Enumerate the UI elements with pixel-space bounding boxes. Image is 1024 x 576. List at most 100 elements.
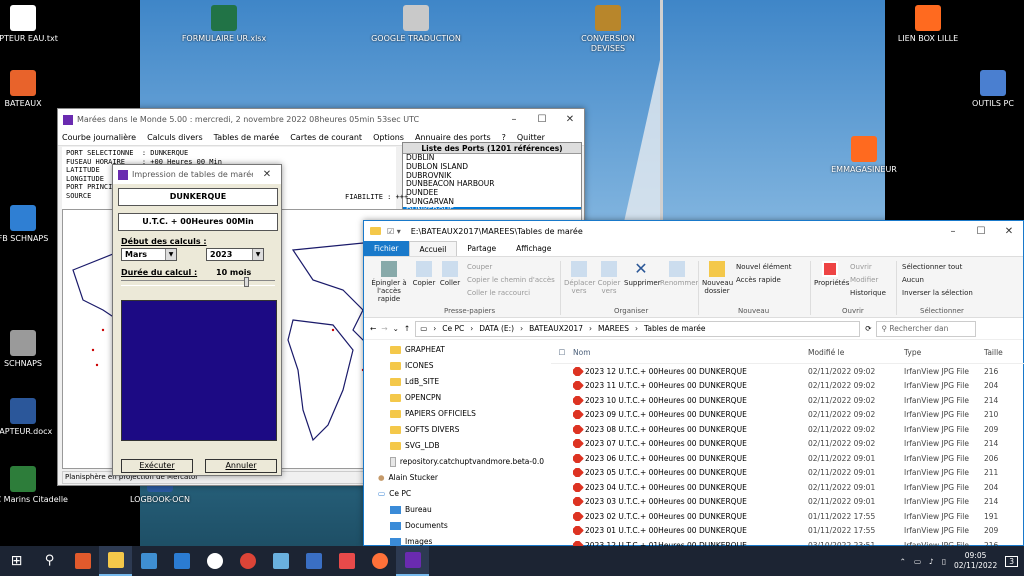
- select-none-button[interactable]: Aucun: [902, 276, 924, 284]
- file-row[interactable]: 2023 08 U.T.C.+ 00Heures 00 DUNKERQUE 02/…: [551, 422, 1024, 437]
- invert-selection-button[interactable]: Inverser la sélection: [902, 289, 973, 297]
- desktop-icon[interactable]: BATEAUX: [0, 70, 68, 109]
- explorer-taskbar-button[interactable]: [99, 546, 132, 576]
- ribbon-tab[interactable]: Accueil: [408, 241, 458, 256]
- column-type[interactable]: Type: [904, 348, 984, 357]
- ribbon-tab[interactable]: Affichage: [506, 241, 561, 256]
- chrome-taskbar-button[interactable]: [231, 546, 264, 576]
- column-name[interactable]: Nom: [573, 348, 808, 357]
- desktop-icon[interactable]: LIEN BOX LILLE: [883, 5, 973, 44]
- cut-button[interactable]: Couper: [467, 263, 492, 271]
- file-row[interactable]: 2023 04 U.T.C.+ 00Heures 00 DUNKERQUE 02/…: [551, 480, 1024, 495]
- tide-app-taskbar-button[interactable]: [396, 546, 429, 576]
- minimize-icon[interactable]: –: [939, 226, 967, 237]
- app-taskbar-button-1[interactable]: [66, 546, 99, 576]
- start-taskbar-button[interactable]: ⊞: [0, 546, 33, 576]
- speaker-icon[interactable]: ♪: [929, 557, 934, 566]
- move-to-button[interactable]: Déplacer vers: [564, 261, 595, 295]
- desktop-icon[interactable]: CAPTEUR EAU.txt: [0, 5, 68, 44]
- select-all-button[interactable]: Sélectionner tout: [902, 263, 962, 271]
- file-row[interactable]: 2023 01 U.T.C.+ 00Heures 00 DUNKERQUE 01/…: [551, 524, 1024, 539]
- mail-taskbar-button[interactable]: [165, 546, 198, 576]
- app-taskbar-button-4[interactable]: [264, 546, 297, 576]
- cancel-button[interactable]: Annuler: [205, 459, 277, 473]
- clock[interactable]: 09:05 02/11/2022: [954, 551, 997, 571]
- year-select[interactable]: 2023 ▼: [206, 248, 264, 261]
- nav-item[interactable]: SVG_LDB: [364, 438, 544, 454]
- breadcrumb-item[interactable]: Ce PC: [442, 322, 464, 336]
- close-icon[interactable]: ✕: [556, 114, 584, 125]
- modify-button[interactable]: Modifier: [850, 276, 878, 284]
- column-size[interactable]: Taille: [984, 348, 1024, 357]
- pin-quick-access-button[interactable]: Épingler à l'accès rapide: [368, 261, 410, 303]
- desktop-icon[interactable]: CONVERSION DEVISES: [563, 5, 653, 54]
- file-row[interactable]: 2023 07 U.T.C.+ 00Heures 00 DUNKERQUE 02/…: [551, 437, 1024, 452]
- ribbon-tab[interactable]: Fichier: [364, 241, 409, 256]
- copy-to-button[interactable]: Copier vers: [594, 261, 624, 295]
- tray-chevron-icon[interactable]: ⌃: [900, 557, 906, 566]
- history-button[interactable]: Historique: [850, 289, 886, 297]
- paste-shortcut-button[interactable]: Coller le raccourci: [467, 289, 530, 297]
- new-item-button[interactable]: Nouvel élément: [736, 263, 791, 271]
- properties-button[interactable]: Propriétés: [814, 261, 849, 287]
- menu-item[interactable]: Cartes de courant: [290, 133, 362, 142]
- close-icon[interactable]: ✕: [995, 226, 1023, 237]
- breadcrumb-item[interactable]: MAREES: [598, 322, 629, 336]
- nav-item[interactable]: PAPIERS OFFICIELS: [364, 406, 544, 422]
- network-icon[interactable]: ▭: [914, 557, 921, 566]
- month-select[interactable]: Mars ▼: [121, 248, 177, 261]
- new-folder-button[interactable]: Nouveau dossier: [702, 261, 733, 295]
- nav-item[interactable]: Bureau: [364, 502, 544, 518]
- app-taskbar-button-2[interactable]: [132, 546, 165, 576]
- column-modified[interactable]: Modifié le: [808, 348, 904, 357]
- search-taskbar-button[interactable]: ⚲: [33, 546, 66, 576]
- execute-button[interactable]: Exécuter: [121, 459, 193, 473]
- nav-item[interactable]: ICONES: [364, 358, 544, 374]
- ribbon-tab[interactable]: Partage: [457, 241, 506, 256]
- desktop-icon[interactable]: FORMULAIRE UR.xlsx: [179, 5, 269, 44]
- battery-icon[interactable]: ▯: [942, 557, 946, 566]
- app-taskbar-button-3[interactable]: [198, 546, 231, 576]
- duration-slider[interactable]: [121, 277, 275, 287]
- file-row[interactable]: 2023 10 U.T.C.+ 00Heures 00 DUNKERQUE 02/…: [551, 393, 1024, 408]
- app-taskbar-button-6[interactable]: [330, 546, 363, 576]
- file-row[interactable]: 2023 03 U.T.C.+ 00Heures 00 DUNKERQUE 02/…: [551, 495, 1024, 510]
- menu-item[interactable]: ?: [502, 133, 506, 142]
- menu-item[interactable]: Quitter: [517, 133, 545, 142]
- file-row[interactable]: 2023 06 U.T.C.+ 00Heures 00 DUNKERQUE 02/…: [551, 451, 1024, 466]
- recent-chevron-icon[interactable]: ⌄: [393, 324, 399, 333]
- minimize-icon[interactable]: –: [500, 114, 528, 125]
- search-input[interactable]: ⚲ Rechercher dan: [876, 320, 977, 337]
- copy-path-button[interactable]: Copier le chemin d'accès: [467, 276, 555, 284]
- back-arrow-icon[interactable]: ←: [370, 324, 376, 333]
- paste-button[interactable]: Coller: [438, 261, 462, 287]
- quick-access-toolbar[interactable]: ☑ ▾: [387, 227, 401, 236]
- nav-item[interactable]: GRAPHEAT: [364, 342, 544, 358]
- nav-item[interactable]: ● Alain Stucker: [364, 470, 544, 486]
- easy-access-button[interactable]: Accès rapide: [736, 276, 781, 284]
- breadcrumb-item[interactable]: Tables de marée: [644, 322, 706, 336]
- menu-item[interactable]: Calculs divers: [147, 133, 203, 142]
- nav-item[interactable]: SOFTS DIVERS: [364, 422, 544, 438]
- notification-center-icon[interactable]: 3: [1005, 555, 1018, 567]
- open-button[interactable]: Ouvrir: [850, 263, 872, 271]
- maximize-icon[interactable]: ☐: [528, 114, 556, 125]
- menu-item[interactable]: Tables de marée: [214, 133, 280, 142]
- menu-item[interactable]: Courbe journalière: [62, 133, 136, 142]
- app-taskbar-button-5[interactable]: [297, 546, 330, 576]
- path-box[interactable]: ▭ › Ce PC › DATA (E:) › BATEAUX2017 › MAREES › Tab…: [415, 320, 861, 337]
- file-row[interactable]: 2023 09 U.T.C.+ 00Heures 00 DUNKERQUE 02/…: [551, 408, 1024, 423]
- desktop-icon[interactable]: GOOGLE TRADUCTION: [371, 5, 461, 44]
- nav-item[interactable]: repository.catchuptvandmore.beta-0.0: [364, 454, 544, 470]
- nav-item[interactable]: OPENCPN: [364, 390, 544, 406]
- nav-item[interactable]: LdB_SITE: [364, 374, 544, 390]
- breadcrumb-item[interactable]: DATA (E:): [479, 322, 514, 336]
- maximize-icon[interactable]: ☐: [967, 226, 995, 237]
- firefox-taskbar-button[interactable]: [363, 546, 396, 576]
- dialog-close-icon[interactable]: ✕: [253, 169, 281, 180]
- rename-button[interactable]: Renommer: [660, 261, 698, 287]
- breadcrumb-item[interactable]: BATEAUX2017: [529, 322, 583, 336]
- desktop-icon[interactable]: OUTILS PC: [948, 70, 1024, 109]
- file-row[interactable]: 2023 02 U.T.C.+ 00Heures 00 DUNKERQUE 01/…: [551, 509, 1024, 524]
- nav-item[interactable]: ▭ Ce PC: [364, 486, 544, 502]
